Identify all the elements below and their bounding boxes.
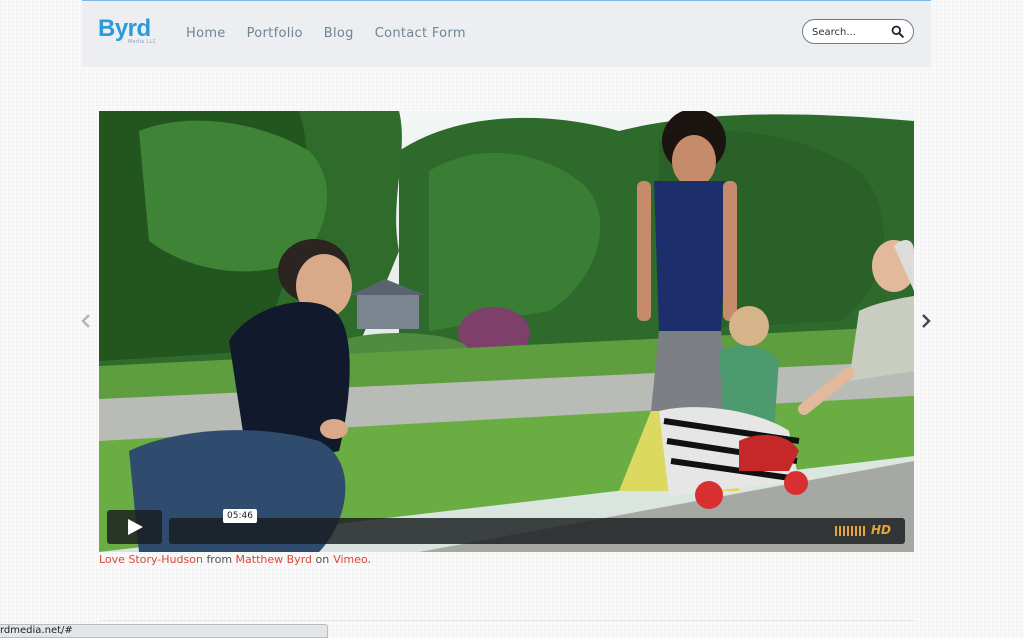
nav-portfolio[interactable]: Portfolio <box>247 25 303 43</box>
play-button[interactable] <box>107 510 162 544</box>
hd-toggle[interactable]: HD <box>871 523 891 537</box>
chevron-left-icon[interactable] <box>80 313 92 329</box>
main-nav: Home Portfolio Blog Contact Form <box>186 25 487 43</box>
search-box <box>802 19 914 44</box>
search-icon[interactable] <box>891 25 904 38</box>
status-url: rdmedia.net/# <box>0 625 73 636</box>
progress-bar[interactable]: 05:46 HD <box>169 509 905 544</box>
video-controls: 05:46 HD <box>107 509 905 544</box>
video-title-link[interactable]: Love Story-Hudson <box>99 553 203 566</box>
author-link[interactable]: Matthew Byrd <box>236 553 312 566</box>
video-caption: Love Story-Hudson from Matthew Byrd on Vi… <box>99 553 371 567</box>
caption-on-text: on <box>315 553 330 566</box>
nav-home[interactable]: Home <box>186 25 226 43</box>
play-icon <box>128 519 143 535</box>
search-input[interactable] <box>812 25 890 39</box>
volume-control[interactable] <box>835 526 865 536</box>
content-divider <box>99 620 914 621</box>
duration-badge: 05:46 <box>223 509 257 523</box>
logo[interactable]: Byrd Media LLC <box>98 15 158 47</box>
vimeo-link[interactable]: Vimeo <box>333 553 367 566</box>
nav-blog[interactable]: Blog <box>324 25 354 43</box>
video-frame-image <box>99 111 914 552</box>
browser-status-bar: rdmedia.net/# <box>0 624 328 638</box>
video-player[interactable]: 05:46 HD <box>99 111 914 552</box>
nav-contact-form[interactable]: Contact Form <box>375 25 466 43</box>
site-header: Byrd Media LLC Home Portfolio Blog Conta… <box>82 0 931 67</box>
chevron-right-icon[interactable] <box>920 313 932 329</box>
logo-subtext: Media LLC <box>128 39 157 45</box>
caption-period: . <box>367 553 372 566</box>
caption-from-text: from <box>206 553 233 566</box>
